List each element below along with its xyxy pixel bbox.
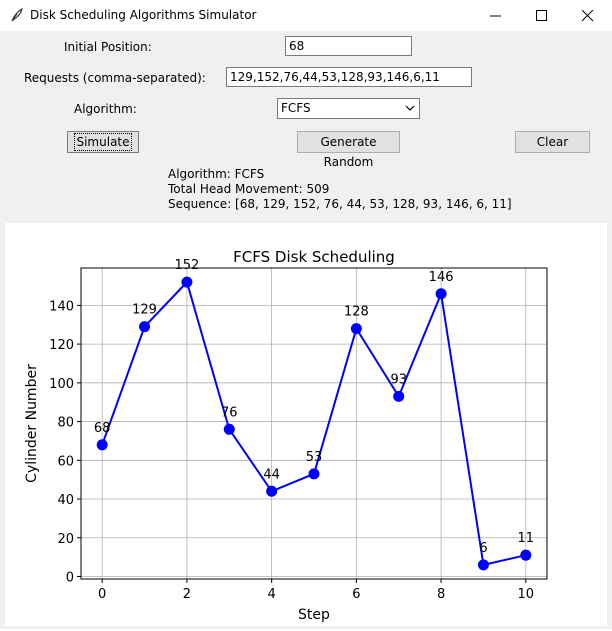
x-tick-label: 6 <box>352 587 360 602</box>
data-label: 146 <box>429 270 454 285</box>
feather-icon <box>11 8 23 22</box>
y-tick-label: 140 <box>49 299 74 314</box>
requests-label: Requests (comma-separated): <box>24 71 206 85</box>
result-algorithm: Algorithm: FCFS <box>168 167 265 181</box>
result-sequence: Sequence: [68, 129, 152, 76, 44, 53, 128… <box>168 197 512 211</box>
data-point <box>520 549 532 561</box>
requests-input[interactable]: 129,152,76,44,53,128,93,146,6,11 <box>226 67 472 87</box>
minimize-icon <box>490 15 501 17</box>
initial-position-input[interactable]: 68 <box>285 36 412 56</box>
data-label: 152 <box>174 258 199 273</box>
y-axis-label: Cylinder Number <box>24 364 40 483</box>
data-label: 76 <box>221 405 238 420</box>
maximize-button[interactable] <box>519 0 565 31</box>
data-label: 128 <box>344 305 369 320</box>
data-point <box>96 439 108 451</box>
x-tick-label: 0 <box>98 587 106 602</box>
y-tick-label: 0 <box>66 570 74 585</box>
data-point <box>266 485 278 497</box>
data-label: 68 <box>94 421 111 436</box>
y-tick-label: 20 <box>57 532 74 547</box>
simulate-button-label: Simulate <box>74 133 132 151</box>
generate-random-button[interactable]: Generate Random <box>297 131 400 169</box>
y-tick-label: 60 <box>57 454 74 469</box>
x-tick-label: 10 <box>518 587 535 602</box>
data-point <box>223 423 235 435</box>
data-point <box>477 559 489 571</box>
data-point <box>308 468 320 480</box>
data-label: 11 <box>518 531 535 546</box>
maximize-icon <box>536 10 547 21</box>
title-bar: Disk Scheduling Algorithms Simulator <box>0 0 612 31</box>
data-point <box>139 321 151 333</box>
generate-random-button-label: Generate Random <box>320 135 377 169</box>
data-label: 53 <box>306 450 323 465</box>
close-button[interactable] <box>565 0 611 31</box>
data-label: 129 <box>132 303 157 318</box>
y-tick-label: 100 <box>49 377 74 392</box>
clear-button[interactable]: Clear <box>515 131 590 153</box>
data-label: 44 <box>263 467 280 482</box>
chevron-down-icon <box>405 105 415 111</box>
x-tick-label: 8 <box>437 587 445 602</box>
result-head-movement: Total Head Movement: 509 <box>168 182 330 196</box>
chart-title: FCFS Disk Scheduling <box>233 248 395 266</box>
app-window: Disk Scheduling Algorithms Simulator Ini… <box>0 0 612 629</box>
y-tick-label: 80 <box>57 416 74 431</box>
initial-position-label: Initial Position: <box>64 40 152 54</box>
close-icon <box>582 10 594 22</box>
data-label: 6 <box>479 541 487 556</box>
data-point <box>181 276 193 288</box>
y-tick-label: 120 <box>49 338 74 353</box>
algorithm-select[interactable]: FCFS <box>277 98 420 119</box>
y-tick-label: 40 <box>57 493 74 508</box>
x-tick-label: 4 <box>267 587 275 602</box>
data-point <box>435 288 447 300</box>
disk-scheduling-chart: 0 2 4 6 8 10020406080100120140FCFS Disk Sched… <box>24 248 548 623</box>
algorithm-label: Algorithm: <box>74 102 137 116</box>
simulate-button[interactable]: Simulate <box>67 131 139 153</box>
clear-button-label: Clear <box>536 135 569 149</box>
series-line <box>101 280 527 567</box>
chart-canvas: 0 2 4 6 8 10 0 20 40 60 80 100 120 140 FCFS Disk Sched… <box>5 223 607 626</box>
x-axis-label: Step <box>298 607 330 623</box>
data-label: 93 <box>390 372 407 387</box>
x-tick-label: 2 <box>183 587 191 602</box>
window-title: Disk Scheduling Algorithms Simulator <box>30 8 257 22</box>
algorithm-select-value: FCFS <box>281 101 311 115</box>
minimize-button[interactable] <box>473 0 519 31</box>
data-point <box>350 323 362 335</box>
data-point <box>393 390 405 402</box>
